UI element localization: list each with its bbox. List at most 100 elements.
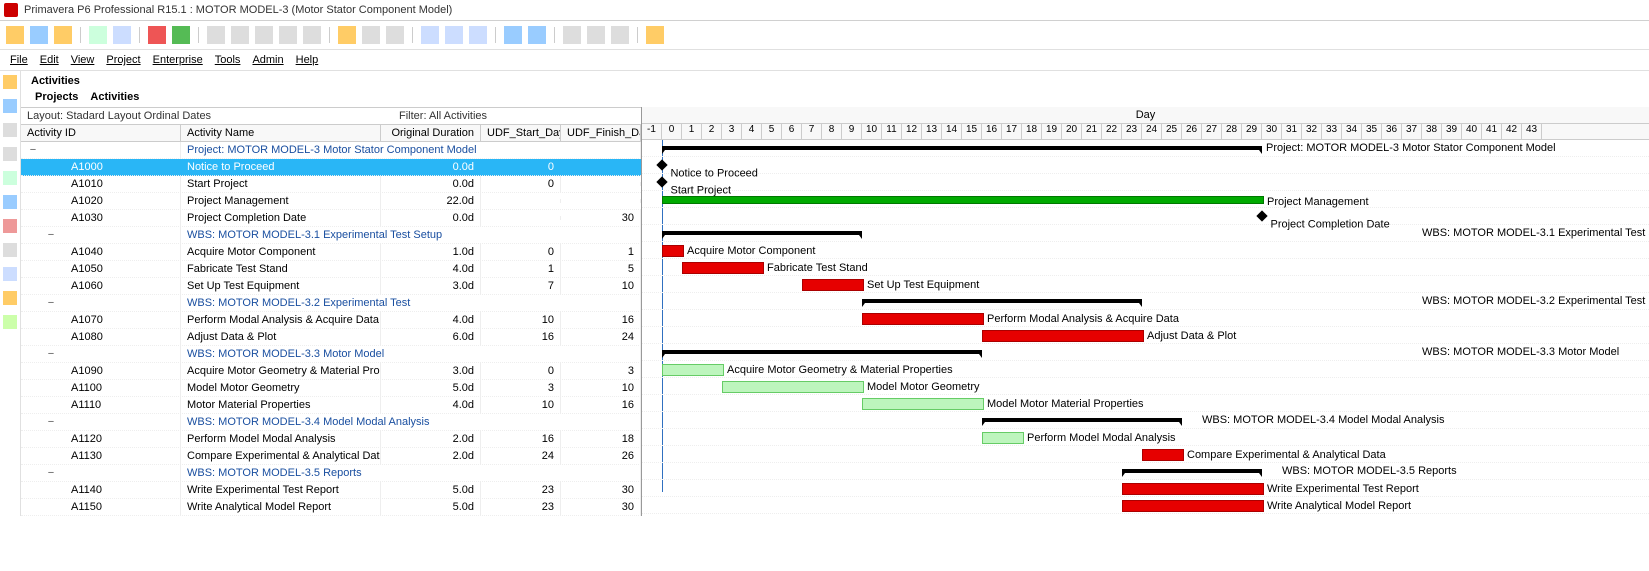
rail-icon[interactable] [3,243,17,257]
gantt-row[interactable]: Perform Model Modal Analysis [642,429,1649,446]
collapse-icon[interactable]: − [45,229,57,241]
toolbar-button[interactable] [207,26,225,44]
wbs-row[interactable]: −WBS: MOTOR MODEL-3.4 Model Modal Analys… [21,414,641,431]
toolbar-button[interactable] [386,26,404,44]
breadcrumb-projects[interactable]: Projects [35,91,78,103]
menu-file[interactable]: File [10,54,28,66]
toolbar-button[interactable] [231,26,249,44]
milestone-icon[interactable]: Notice to Proceed [656,159,667,170]
collapse-icon[interactable]: − [27,144,39,156]
task-bar[interactable]: Project Management [662,196,1264,204]
rail-icon[interactable] [3,75,17,89]
col-activity-name[interactable]: Activity Name [181,125,381,141]
task-bar[interactable]: Set Up Test Equipment [802,279,864,291]
menu-admin[interactable]: Admin [252,54,283,66]
toolbar-button[interactable] [611,26,629,44]
filter-label[interactable]: Filter: All Activities [393,108,493,124]
help-icon[interactable] [646,26,664,44]
activity-row[interactable]: A1030Project Completion Date0.0d30 [21,210,641,227]
col-duration[interactable]: Original Duration [381,125,481,141]
toolbar-button[interactable] [445,26,463,44]
task-bar[interactable]: Write Experimental Test Report [1122,483,1264,495]
toolbar-button[interactable] [338,26,356,44]
summary-bar[interactable]: WBS: MOTOR MODEL-3.1 Experimental Test S… [662,231,862,235]
gantt-row[interactable]: Project: MOTOR MODEL-3 Motor Stator Comp… [642,140,1649,157]
gantt-row[interactable]: WBS: MOTOR MODEL-3.1 Experimental Test S… [642,225,1649,242]
activity-row[interactable]: A1040Acquire Motor Component1.0d01 [21,244,641,261]
toolbar-button[interactable] [587,26,605,44]
collapse-icon[interactable]: − [45,348,57,360]
activity-row[interactable]: A1130Compare Experimental & Analytical D… [21,448,641,465]
menu-tools[interactable]: Tools [215,54,241,66]
activity-row[interactable]: A1070Perform Modal Analysis & Acquire Da… [21,312,641,329]
activity-row[interactable]: A1140Write Experimental Test Report5.0d2… [21,482,641,499]
toolbar-button[interactable] [54,26,72,44]
gantt-row[interactable]: Set Up Test Equipment [642,276,1649,293]
task-bar[interactable]: Acquire Motor Geometry & Material Proper… [662,364,724,376]
rail-icon[interactable] [3,123,17,137]
toolbar-button[interactable] [303,26,321,44]
gantt-row[interactable]: WBS: MOTOR MODEL-3.5 Reports [642,463,1649,480]
gantt-row[interactable]: Write Analytical Model Report [642,497,1649,514]
activity-row[interactable]: A1000Notice to Proceed0.0d0 [21,159,641,176]
toolbar-button[interactable] [148,26,166,44]
collapse-icon[interactable]: − [45,467,57,479]
toolbar-button[interactable] [279,26,297,44]
rail-icon[interactable] [3,291,17,305]
activity-row[interactable]: A1060Set Up Test Equipment3.0d710 [21,278,641,295]
toolbar-button[interactable] [469,26,487,44]
col-activity-id[interactable]: Activity ID [21,125,181,141]
task-bar[interactable]: Acquire Motor Component [662,245,684,257]
milestone-icon[interactable]: Project Completion Date [1256,210,1267,221]
gantt-row[interactable]: Project Management [642,191,1649,208]
gantt-row[interactable]: Adjust Data & Plot [642,327,1649,344]
col-finish-day[interactable]: UDF_Finish_Day [561,125,641,141]
menu-project[interactable]: Project [106,54,140,66]
gantt-row[interactable]: Notice to Proceed [642,157,1649,174]
rail-icon[interactable] [3,171,17,185]
gantt-row[interactable]: Start Project [642,174,1649,191]
toolbar-button[interactable] [172,26,190,44]
rail-icon[interactable] [3,99,17,113]
activity-row[interactable]: A1150Write Analytical Model Report5.0d23… [21,499,641,516]
col-start-day[interactable]: UDF_Start_Day [481,125,561,141]
menu-enterprise[interactable]: Enterprise [153,54,203,66]
breadcrumb-activities[interactable]: Activities [90,91,139,103]
wbs-row[interactable]: −WBS: MOTOR MODEL-3.2 Experimental Test [21,295,641,312]
toolbar-button[interactable] [255,26,273,44]
activity-row[interactable]: A1050Fabricate Test Stand4.0d15 [21,261,641,278]
toolbar-button[interactable] [362,26,380,44]
activity-row[interactable]: A1080Adjust Data & Plot6.0d1624 [21,329,641,346]
summary-bar[interactable]: Project: MOTOR MODEL-3 Motor Stator Comp… [662,146,1262,150]
menu-edit[interactable]: Edit [40,54,59,66]
toolbar-button[interactable] [504,26,522,44]
gantt-row[interactable]: Perform Modal Analysis & Acquire Data [642,310,1649,327]
task-bar[interactable]: Perform Model Modal Analysis [982,432,1024,444]
gantt-row[interactable]: Acquire Motor Geometry & Material Proper… [642,361,1649,378]
gantt-row[interactable]: Compare Experimental & Analytical Data [642,446,1649,463]
toolbar-button[interactable] [528,26,546,44]
summary-bar[interactable]: WBS: MOTOR MODEL-3.3 Motor Model [662,350,982,354]
task-bar[interactable]: Perform Modal Analysis & Acquire Data [862,313,984,325]
wbs-row[interactable]: −WBS: MOTOR MODEL-3.3 Motor Model [21,346,641,363]
task-bar[interactable]: Write Analytical Model Report [1122,500,1264,512]
toolbar-button[interactable] [30,26,48,44]
wbs-row[interactable]: −WBS: MOTOR MODEL-3.1 Experimental Test … [21,227,641,244]
collapse-icon[interactable]: − [45,297,57,309]
toolbar-button[interactable] [89,26,107,44]
gantt-row[interactable]: Fabricate Test Stand [642,259,1649,276]
gantt-row[interactable]: Model Motor Geometry [642,378,1649,395]
task-bar[interactable]: Compare Experimental & Analytical Data [1142,449,1184,461]
activity-row[interactable]: A1010Start Project0.0d0 [21,176,641,193]
collapse-icon[interactable]: − [45,416,57,428]
gantt-row[interactable]: WBS: MOTOR MODEL-3.2 Experimental Test [642,293,1649,310]
activity-row[interactable]: A1110Motor Material Properties4.0d1016 [21,397,641,414]
rail-icon[interactable] [3,219,17,233]
toolbar-button[interactable] [6,26,24,44]
toolbar-button[interactable] [421,26,439,44]
gantt-row[interactable]: Model Motor Material Properties [642,395,1649,412]
rail-icon[interactable] [3,315,17,329]
menu-view[interactable]: View [71,54,95,66]
task-bar[interactable]: Model Motor Geometry [722,381,864,393]
task-bar[interactable]: Model Motor Material Properties [862,398,984,410]
